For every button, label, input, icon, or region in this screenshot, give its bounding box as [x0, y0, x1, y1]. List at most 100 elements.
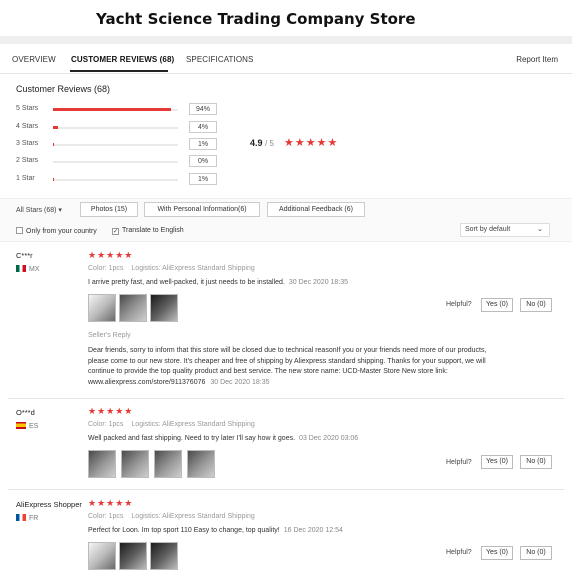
- rating-bar-fill: [53, 108, 171, 111]
- reviews-heading: Customer Reviews (68): [16, 84, 111, 94]
- rating-bar: [53, 126, 178, 129]
- tab-specifications[interactable]: SPECIFICATIONS: [186, 55, 253, 64]
- review-date: 30 Dec 2020 18:35: [288, 279, 349, 286]
- rating-row-3[interactable]: 3 Stars 1%: [16, 138, 217, 151]
- reviewer-country: FR: [16, 514, 38, 522]
- rating-bar-fill: [53, 126, 58, 129]
- rating-bar-fill: [53, 143, 55, 146]
- review-photos: [88, 450, 218, 478]
- header-divider: [0, 36, 572, 44]
- review-photo-thumbnail[interactable]: [154, 450, 182, 478]
- only-country-label: Only from your country: [26, 228, 97, 235]
- review-photo-thumbnail[interactable]: [88, 542, 116, 570]
- review-photo-thumbnail[interactable]: [119, 294, 147, 322]
- rating-label: 1 Star: [16, 175, 35, 182]
- chevron-down-icon: ⌄: [537, 226, 543, 233]
- review-color: Color: 1pcs: [88, 265, 124, 272]
- reviewer-country: ES: [16, 422, 38, 430]
- france-flag-icon: [16, 514, 26, 521]
- rating-percent: 94%: [189, 103, 217, 115]
- rating-row-2[interactable]: 2 Stars 0%: [16, 155, 217, 168]
- review-stars-icon: ★★★★★: [88, 498, 134, 508]
- spain-flag-icon: [16, 422, 26, 429]
- helpful-label: Helpful?: [446, 549, 472, 556]
- additional-feedback-filter-button[interactable]: Additional Feedback (6): [267, 202, 365, 217]
- review-filter-bar: All Stars (68) ▾ Photos (15) With Person…: [0, 198, 572, 242]
- seller-reply-label: Seller's Reply: [88, 332, 131, 339]
- tab-overview[interactable]: OVERVIEW: [12, 55, 56, 64]
- review-meta: Color: 1pcs Logistics: AliExpress Standar…: [88, 265, 255, 272]
- review-photos: [88, 294, 181, 322]
- review-logistics: Logistics: AliExpress Standard Shipping: [131, 421, 255, 428]
- rating-label: 2 Stars: [16, 157, 39, 164]
- review-text: I arrive pretty fast, and well-packed, i…: [88, 279, 348, 286]
- country-code: MX: [29, 266, 40, 273]
- review-text: Perfect for Loon. Im top sport 110 Easy …: [88, 527, 343, 534]
- all-stars-label: All Stars (68): [16, 207, 57, 214]
- photos-filter-button[interactable]: Photos (15): [80, 202, 138, 217]
- reviewer-name: AliExpress Shopper: [16, 500, 82, 509]
- seller-reply-date: 30 Dec 2020 18:35: [210, 378, 270, 386]
- review-photo-thumbnail[interactable]: [119, 542, 147, 570]
- personal-info-filter-button[interactable]: With Personal Information(6): [144, 202, 260, 217]
- helpful-yes-button[interactable]: Yes (0): [481, 455, 513, 469]
- review-meta: Color: 1pcs Logistics: AliExpress Standar…: [88, 421, 255, 428]
- review-color: Color: 1pcs: [88, 513, 124, 520]
- review-divider: [8, 398, 564, 399]
- review-photo-thumbnail[interactable]: [187, 450, 215, 478]
- tab-customer-reviews[interactable]: CUSTOMER REVIEWS (68): [71, 55, 174, 64]
- review-divider: [8, 489, 564, 490]
- review-photo-thumbnail[interactable]: [88, 450, 116, 478]
- mexico-flag-icon: [16, 265, 26, 272]
- rating-percent: 1%: [189, 138, 217, 150]
- rating-label: 3 Stars: [16, 140, 39, 147]
- helpful-no-button[interactable]: No (0): [520, 546, 552, 560]
- helpful-yes-button[interactable]: Yes (0): [481, 546, 513, 560]
- rating-bar: [53, 161, 178, 163]
- helpful-no-button[interactable]: No (0): [520, 455, 552, 469]
- rating-row-1[interactable]: 1 Star 1%: [16, 173, 217, 186]
- review-date: 16 Dec 2020 12:54: [283, 527, 343, 534]
- review-photo-thumbnail[interactable]: [150, 542, 178, 570]
- rating-percent: 4%: [189, 121, 217, 133]
- reviewer-name: C***r: [16, 251, 33, 260]
- checkmark-icon: ✓: [112, 228, 119, 235]
- product-tabs: OVERVIEW CUSTOMER REVIEWS (68) SPECIFICA…: [0, 44, 572, 74]
- reviewer-name: O***d: [16, 408, 35, 417]
- rating-label: 4 Stars: [16, 123, 39, 130]
- seller-reply-body: Dear friends, sorry to inform that this …: [88, 347, 487, 386]
- country-code: ES: [29, 423, 39, 430]
- helpful-no-button[interactable]: No (0): [520, 298, 552, 312]
- review-stars-icon: ★★★★★: [88, 406, 134, 416]
- store-title: Yacht Science Trading Company Store: [96, 10, 416, 28]
- translate-checkbox[interactable]: ✓ Translate to English: [112, 227, 184, 235]
- helpful-label: Helpful?: [446, 301, 472, 308]
- review-photo-thumbnail[interactable]: [121, 450, 149, 478]
- review-text: Well packed and fast shipping. Need to t…: [88, 435, 358, 442]
- review-body: Perfect for Loon. Im top sport 110 Easy …: [88, 527, 280, 534]
- rating-row-4[interactable]: 4 Stars 4%: [16, 121, 217, 134]
- average-rating: 4.9 / 5: [250, 138, 274, 148]
- all-stars-dropdown[interactable]: All Stars (68) ▾: [16, 206, 62, 214]
- reviewer-country: MX: [16, 265, 40, 273]
- sort-select[interactable]: Sort by default ⌄: [460, 223, 550, 237]
- rating-bar: [53, 108, 178, 111]
- country-code: FR: [29, 515, 39, 522]
- only-country-checkbox[interactable]: Only from your country: [16, 227, 97, 235]
- review-body: Well packed and fast shipping. Need to t…: [88, 435, 296, 442]
- review-date: 03 Dec 2020 03:06: [299, 435, 359, 442]
- review-photo-thumbnail[interactable]: [88, 294, 116, 322]
- review-photos: [88, 542, 181, 570]
- report-item-link[interactable]: Report Item: [516, 55, 558, 64]
- checkbox-icon: [16, 227, 23, 234]
- average-out-of: / 5: [265, 139, 274, 148]
- sort-value: Sort by default: [465, 226, 511, 233]
- chevron-down-icon: ▾: [58, 207, 62, 214]
- rating-bar: [53, 143, 178, 146]
- review-photo-thumbnail[interactable]: [150, 294, 178, 322]
- rating-row-5[interactable]: 5 Stars 94%: [16, 103, 217, 116]
- seller-reply-text: Dear friends, sorry to inform that this …: [88, 346, 488, 388]
- rating-bar-fill: [53, 178, 55, 181]
- helpful-yes-button[interactable]: Yes (0): [481, 298, 513, 312]
- average-stars-icon: ★★★★★: [284, 137, 339, 149]
